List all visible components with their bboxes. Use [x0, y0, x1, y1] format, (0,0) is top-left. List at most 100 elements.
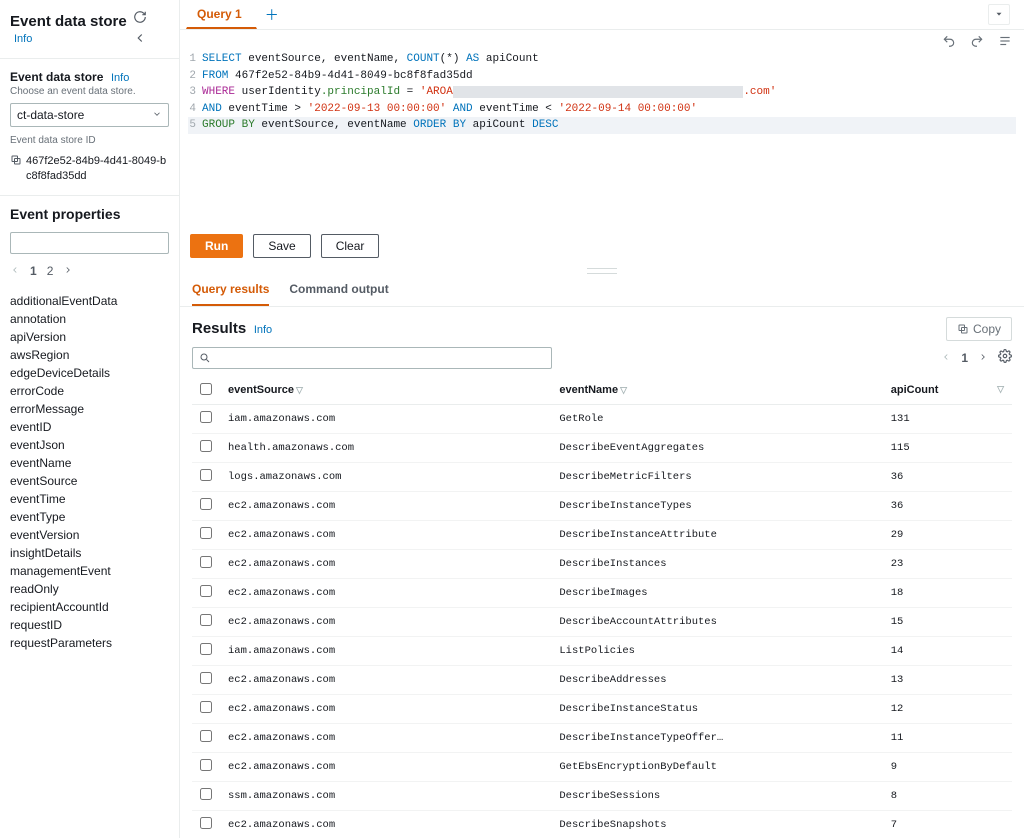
results-prev-icon[interactable]: [941, 351, 951, 365]
row-checkbox[interactable]: [200, 817, 212, 829]
chevron-down-icon: [152, 108, 162, 122]
row-checkbox[interactable]: [200, 643, 212, 655]
col-apicount[interactable]: apiCount: [891, 384, 939, 396]
event-property-item[interactable]: recipientAccountId: [10, 598, 169, 616]
event-property-item[interactable]: awsRegion: [10, 346, 169, 364]
event-property-item[interactable]: eventVersion: [10, 526, 169, 544]
row-checkbox[interactable]: [200, 788, 212, 800]
results-info-link[interactable]: Info: [254, 324, 272, 336]
table-row: ec2.amazonaws.comDescribeImages18: [192, 578, 1012, 607]
table-row: iam.amazonaws.comGetRole131: [192, 404, 1012, 433]
refresh-icon[interactable]: [129, 8, 151, 29]
ep-page-2[interactable]: 2: [47, 264, 54, 278]
cell-apicount: 29: [883, 520, 1012, 549]
cell-apicount: 8: [883, 781, 1012, 810]
event-property-item[interactable]: requestID: [10, 616, 169, 634]
settings-icon[interactable]: [998, 349, 1012, 366]
ep-prev-icon[interactable]: [10, 264, 20, 278]
cell-eventname: DescribeInstanceStatus: [551, 694, 882, 723]
clear-button[interactable]: Clear: [321, 234, 380, 258]
event-property-item[interactable]: annotation: [10, 310, 169, 328]
copy-icon[interactable]: [10, 154, 22, 169]
row-checkbox[interactable]: [200, 411, 212, 423]
cell-apicount: 15: [883, 607, 1012, 636]
event-property-item[interactable]: insightDetails: [10, 544, 169, 562]
cell-eventsource: ec2.amazonaws.com: [220, 520, 551, 549]
event-properties-search[interactable]: [10, 232, 169, 254]
results-search-input[interactable]: [217, 351, 545, 365]
event-property-item[interactable]: eventTime: [10, 490, 169, 508]
row-checkbox[interactable]: [200, 759, 212, 771]
tab-query-results[interactable]: Query results: [192, 282, 269, 306]
cell-apicount: 36: [883, 462, 1012, 491]
cell-eventname: GetEbsEncryptionByDefault: [551, 752, 882, 781]
cell-apicount: 23: [883, 549, 1012, 578]
col-eventsource[interactable]: eventSource: [228, 384, 294, 396]
copy-button[interactable]: Copy: [946, 317, 1012, 341]
save-button[interactable]: Save: [253, 234, 310, 258]
row-checkbox[interactable]: [200, 585, 212, 597]
col-eventname[interactable]: eventName: [559, 384, 618, 396]
event-property-item[interactable]: managementEvent: [10, 562, 169, 580]
event-property-item[interactable]: eventJson: [10, 436, 169, 454]
event-property-item[interactable]: errorCode: [10, 382, 169, 400]
table-row: health.amazonaws.comDescribeEventAggrega…: [192, 433, 1012, 462]
row-checkbox[interactable]: [200, 440, 212, 452]
row-checkbox[interactable]: [200, 614, 212, 626]
results-title: Results: [192, 320, 246, 337]
row-checkbox[interactable]: [200, 730, 212, 742]
table-row: ec2.amazonaws.comDescribeInstanceStatus1…: [192, 694, 1012, 723]
tab-query-1[interactable]: Query 1: [186, 0, 257, 29]
row-checkbox[interactable]: [200, 469, 212, 481]
cell-apicount: 11: [883, 723, 1012, 752]
cell-apicount: 14: [883, 636, 1012, 665]
run-button[interactable]: Run: [190, 234, 243, 258]
event-property-item[interactable]: additionalEventData: [10, 292, 169, 310]
select-all-checkbox[interactable]: [200, 383, 212, 395]
datastore-select[interactable]: ct-data-store: [10, 103, 169, 127]
sql-editor[interactable]: 1SELECT eventSource, eventName, COUNT(*)…: [180, 51, 1024, 134]
cell-eventname: DescribeMetricFilters: [551, 462, 882, 491]
row-checkbox[interactable]: [200, 701, 212, 713]
collapse-sidebar-icon[interactable]: [129, 29, 151, 50]
row-checkbox[interactable]: [200, 556, 212, 568]
redo-icon[interactable]: [970, 34, 984, 51]
table-row: ec2.amazonaws.comDescribeInstanceTypeOff…: [192, 723, 1012, 752]
datastore-info-link[interactable]: Info: [111, 72, 129, 84]
add-tab-button[interactable]: ＋: [257, 1, 287, 29]
event-property-item[interactable]: edgeDeviceDetails: [10, 364, 169, 382]
row-checkbox[interactable]: [200, 527, 212, 539]
cell-eventsource: ec2.amazonaws.com: [220, 491, 551, 520]
event-properties-title: Event properties: [10, 206, 120, 222]
cell-eventname: DescribeSnapshots: [551, 810, 882, 838]
row-checkbox[interactable]: [200, 672, 212, 684]
event-property-item[interactable]: errorMessage: [10, 400, 169, 418]
row-checkbox[interactable]: [200, 498, 212, 510]
ep-next-icon[interactable]: [63, 264, 73, 278]
table-row: ec2.amazonaws.comDescribeInstanceTypes36: [192, 491, 1012, 520]
cell-eventname: DescribeInstanceTypes: [551, 491, 882, 520]
event-property-item[interactable]: readOnly: [10, 580, 169, 598]
table-row: ssm.amazonaws.comDescribeSessions8: [192, 781, 1012, 810]
tab-command-output[interactable]: Command output: [289, 282, 388, 306]
tab-menu-dropdown[interactable]: [988, 4, 1010, 25]
event-property-item[interactable]: eventID: [10, 418, 169, 436]
results-next-icon[interactable]: [978, 351, 988, 365]
event-property-item[interactable]: apiVersion: [10, 328, 169, 346]
event-property-item[interactable]: requestParameters: [10, 634, 169, 652]
undo-icon[interactable]: [942, 34, 956, 51]
event-properties-search-input[interactable]: [23, 236, 178, 250]
results-search[interactable]: [192, 347, 552, 369]
sidebar: Event data store Info Event data store I…: [0, 0, 180, 838]
event-property-item[interactable]: eventName: [10, 454, 169, 472]
table-row: ec2.amazonaws.comDescribeInstances23: [192, 549, 1012, 578]
cell-eventsource: ec2.amazonaws.com: [220, 810, 551, 838]
event-property-item[interactable]: eventSource: [10, 472, 169, 490]
event-property-item[interactable]: eventType: [10, 508, 169, 526]
sidebar-info-link[interactable]: Info: [14, 33, 32, 45]
cell-eventname: DescribeImages: [551, 578, 882, 607]
cell-eventsource: ec2.amazonaws.com: [220, 723, 551, 752]
cell-eventsource: ec2.amazonaws.com: [220, 578, 551, 607]
table-row: ec2.amazonaws.comGetEbsEncryptionByDefau…: [192, 752, 1012, 781]
format-icon[interactable]: [998, 34, 1012, 51]
